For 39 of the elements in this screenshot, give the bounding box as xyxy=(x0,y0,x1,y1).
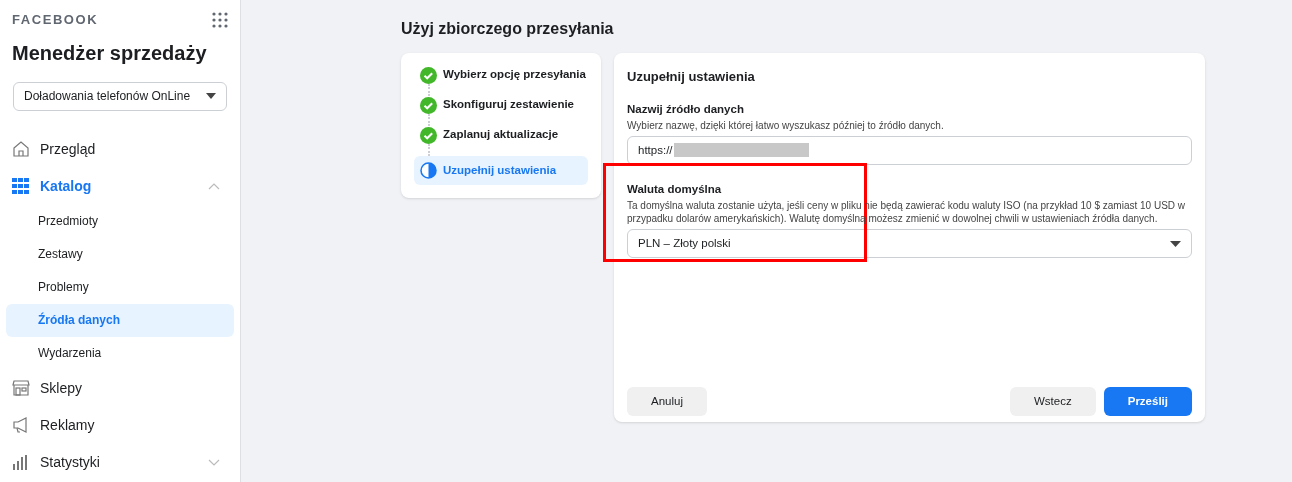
field-label: Waluta domyślna xyxy=(627,181,723,197)
check-circle-icon xyxy=(420,66,437,84)
caret-icon xyxy=(206,93,216,99)
check-circle-icon xyxy=(420,126,437,144)
name-field[interactable]: https:// xyxy=(627,135,1192,165)
check-circle-icon xyxy=(420,96,437,114)
storefront-icon xyxy=(12,379,30,397)
bar-chart-icon xyxy=(12,453,30,471)
form-button[interactable]: Anuluj xyxy=(627,387,707,416)
megaphone-icon xyxy=(12,416,30,434)
field-help: Wybierz nazwę, dzięki której łatwo wyszukasz później to źródło danych. xyxy=(627,118,945,132)
step-item[interactable]: Skonfiguruj zestawienie xyxy=(414,96,588,114)
grid-icon xyxy=(12,178,30,194)
step-item[interactable]: Zaplanuj aktualizacje xyxy=(414,126,588,144)
currency-dropdown[interactable]: PLN – Złoty polski xyxy=(627,229,1192,258)
field-label: Nazwij źródło danych xyxy=(627,101,745,117)
brand-logo: FACEBOOK xyxy=(12,11,99,29)
apps-grid-icon[interactable] xyxy=(212,11,228,28)
nav-item[interactable]: Katalog xyxy=(6,167,234,205)
step-item[interactable]: Uzupełnij ustawienia xyxy=(414,156,588,185)
nav-subitem[interactable]: Problemy xyxy=(6,270,234,304)
nav-subitem[interactable]: Zestawy xyxy=(6,237,234,271)
account-dropdown[interactable]: Doładowania telefonów OnLine xyxy=(13,81,227,111)
nav-subitem[interactable]: Przedmioty xyxy=(6,204,234,238)
nav-subitem[interactable]: Źródła danych xyxy=(6,303,234,337)
form-button[interactable]: Prześlij xyxy=(1103,387,1192,416)
nav-item[interactable]: Reklamy xyxy=(6,406,234,444)
house-icon xyxy=(12,140,30,158)
caret-icon xyxy=(1170,240,1181,247)
nav-subitem[interactable]: Wydarzenia xyxy=(6,336,234,370)
nav-item[interactable]: Przegląd xyxy=(6,130,234,168)
nav-item[interactable]: Sklepy xyxy=(6,369,234,407)
form-button[interactable]: Wstecz xyxy=(1010,387,1096,416)
half-circle-icon xyxy=(420,162,437,179)
step-item[interactable]: Wybierz opcję przesyłania xyxy=(414,66,588,84)
nav-item[interactable]: Statystyki xyxy=(6,443,234,481)
form-title: Uzupełnij ustawienia xyxy=(627,68,756,86)
page-title: Użyj zbiorczego przesyłania xyxy=(401,19,615,37)
app-title: Menedżer sprzedaży xyxy=(11,40,208,66)
